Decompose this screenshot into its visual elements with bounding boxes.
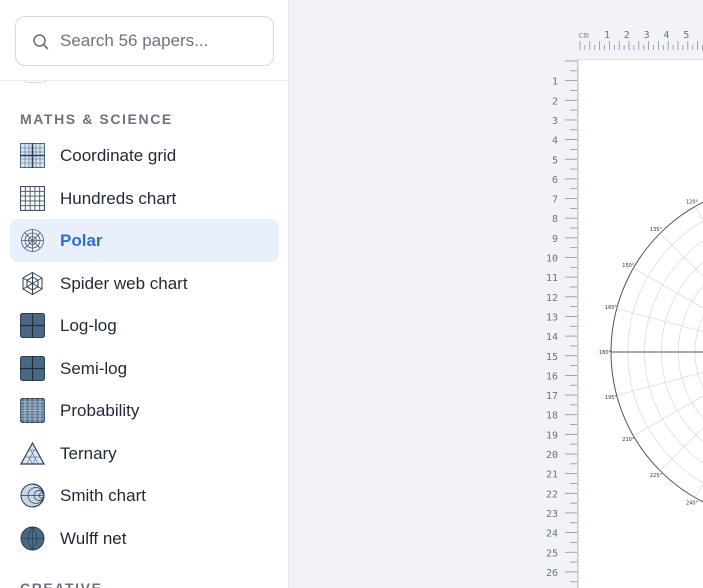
- paper-item-probability[interactable]: Probability: [10, 389, 279, 432]
- coordinate-grid-icon: [20, 143, 45, 168]
- wulff-net-icon: [20, 526, 45, 550]
- polar-angle-label: 180°: [599, 350, 612, 356]
- ruler-label: 1: [604, 30, 610, 41]
- ruler-label: 3: [552, 116, 558, 127]
- polar-icon: [21, 229, 44, 252]
- paper-item-label: Hundreds chart: [60, 188, 177, 208]
- ruler-label: 10: [546, 254, 558, 265]
- ternary-icon: [20, 441, 45, 465]
- polar-angle-label: 195°: [605, 395, 618, 401]
- ruler-label: 20: [546, 450, 558, 461]
- polar-angle-label: 210°: [622, 437, 635, 443]
- paper-item-label: Wulff net: [60, 528, 127, 548]
- paper-item-smith-chart[interactable]: Smith chart: [10, 474, 279, 517]
- paper-item-semi-log[interactable]: Semi-log: [10, 347, 279, 390]
- paper-item-wulff-net[interactable]: Wulff net: [10, 517, 279, 560]
- log-log-icon: [20, 313, 45, 338]
- polar-angle-label: 120°: [686, 199, 699, 205]
- ruler-unit-label: cm: [578, 31, 589, 41]
- ruler-label: 13: [546, 312, 558, 323]
- ruler-label: 15: [546, 352, 558, 363]
- search-icon: [33, 34, 49, 50]
- polar-angle-label: 240°: [686, 501, 699, 507]
- ruler-label: 5: [683, 30, 689, 41]
- paper-preview: 120° 135° 150° 165° 180° 195° 210° 225° 240°: [579, 60, 703, 588]
- previous-item-stub: [24, 80, 46, 83]
- ruler-label: 6: [552, 175, 558, 186]
- ruler-label: 4: [552, 136, 558, 147]
- ruler-label: 23: [546, 509, 558, 520]
- semi-log-icon: [20, 355, 45, 381]
- ruler-label: 16: [546, 371, 558, 382]
- polar-angle-label: 135°: [650, 227, 663, 233]
- search-input[interactable]: [60, 27, 260, 55]
- ruler-label: 19: [546, 430, 558, 441]
- paper-item-polar[interactable]: Polar: [10, 219, 279, 262]
- paper-item-label: Coordinate grid: [60, 146, 177, 165]
- paper-item-label: Polar: [60, 231, 103, 250]
- ruler-label: 5: [552, 155, 558, 166]
- polar-angle-label: 150°: [622, 263, 635, 269]
- ruler-label: 4: [663, 30, 669, 41]
- polar-grid: 120° 135° 150° 165° 180° 195° 210° 225° 240°: [599, 199, 703, 507]
- paper-item-label: Probability: [60, 401, 140, 420]
- paper-list: Coordinate grid Hundreds chart Polar Spi…: [10, 134, 279, 559]
- ruler-label: 18: [546, 411, 558, 422]
- hundreds-chart-icon: [20, 185, 45, 211]
- ruler-label: 1: [552, 77, 558, 88]
- sidebar: MATHS & SCIENCE Coordinate grid: [0, 0, 289, 588]
- ruler-label: 22: [546, 489, 558, 500]
- horizontal-ruler: cm 1 2 3 4 5: [578, 30, 703, 50]
- paper-item-label: Log-log: [60, 316, 117, 335]
- polar-spoke: [633, 395, 703, 437]
- ruler-label: 17: [546, 391, 558, 402]
- polar-spoke: [694, 206, 703, 221]
- paper-item-hundreds-chart[interactable]: Hundreds chart: [10, 177, 279, 220]
- polar-angle-label: 225°: [650, 473, 663, 479]
- paper-item-label: Smith chart: [60, 486, 146, 505]
- polar-spoke: [694, 483, 703, 498]
- ruler-label: 2: [552, 96, 558, 107]
- ruler-label: 26: [546, 568, 558, 579]
- paper-item-label: Ternary: [60, 443, 117, 463]
- ruler-label: 2: [624, 30, 630, 41]
- ruler-label: 11: [546, 273, 558, 284]
- section-title-maths-science: MATHS & SCIENCE: [20, 111, 173, 127]
- paper-item-spider-web-chart[interactable]: Spider web chart: [10, 262, 279, 305]
- spider-web-icon: [22, 271, 43, 295]
- paper-item-coordinate-grid[interactable]: Coordinate grid: [10, 134, 279, 177]
- ruler-label: 7: [552, 195, 558, 206]
- ruler-label: 14: [546, 332, 558, 343]
- paper-item-log-log[interactable]: Log-log: [10, 304, 279, 347]
- probability-icon: [20, 398, 45, 423]
- ruler-label: 24: [546, 529, 558, 540]
- polar-angle-label: 165°: [605, 305, 618, 311]
- paper-item-ternary[interactable]: Ternary: [10, 432, 279, 475]
- section-title-creative: CREATIVE: [20, 580, 103, 588]
- paper-item-label: Spider web chart: [60, 273, 188, 293]
- smith-chart-icon: [20, 483, 45, 508]
- search-box[interactable]: [15, 16, 274, 66]
- polar-spoke: [633, 267, 703, 309]
- ruler-label: 21: [546, 470, 558, 481]
- vertical-ruler: 1234567891011121314151617181920212223242…: [546, 59, 578, 588]
- ruler-label: 12: [546, 293, 558, 304]
- ruler-label: 8: [552, 214, 558, 225]
- ruler-label: 3: [644, 30, 650, 41]
- ruler-label: 9: [552, 234, 558, 245]
- ruler-label: 25: [546, 548, 558, 559]
- paper-item-label: Semi-log: [60, 358, 128, 378]
